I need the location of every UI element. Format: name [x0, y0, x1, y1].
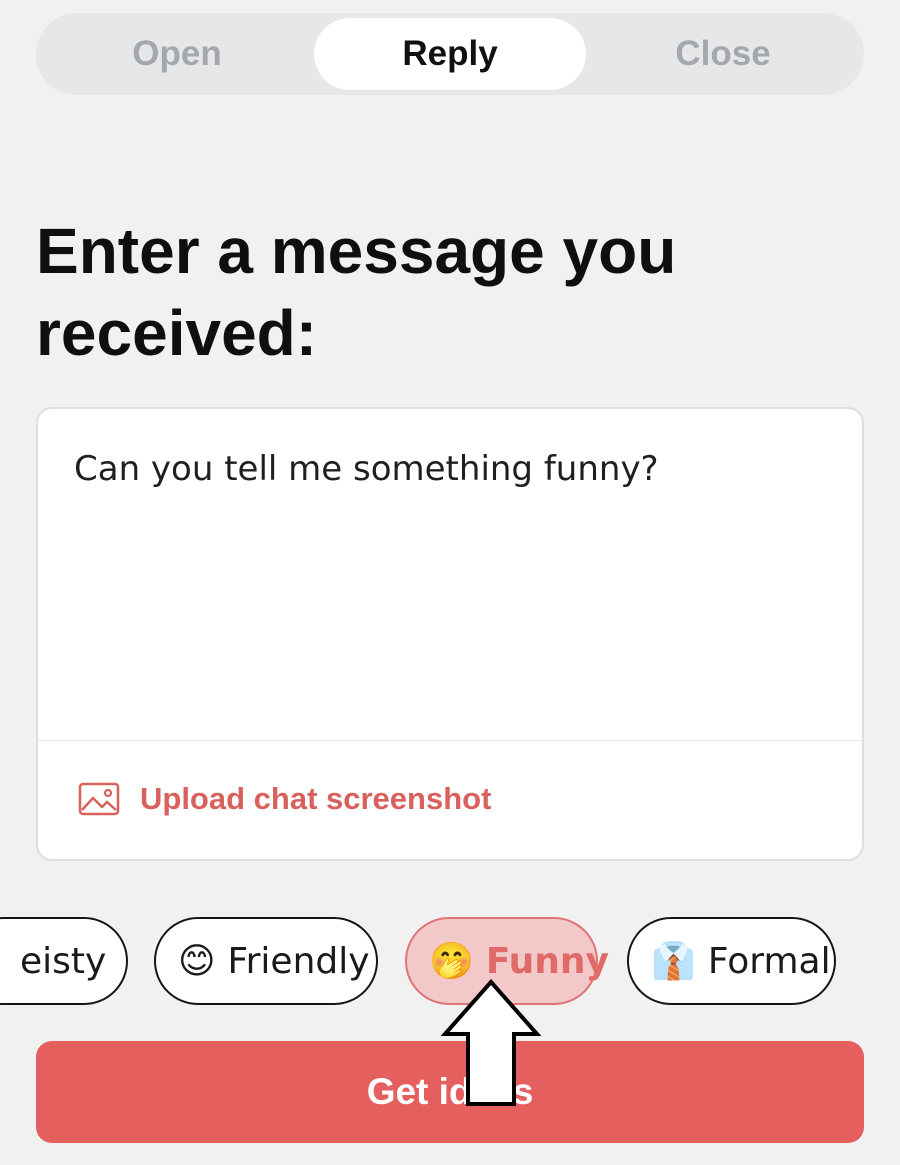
tone-chip-friendly[interactable]: 😊 Friendly	[154, 917, 378, 1005]
tab-reply[interactable]: Reply	[314, 18, 586, 90]
tone-chip-label: eisty	[20, 940, 107, 982]
tone-chip-label: Funny	[485, 940, 609, 982]
hand-over-mouth-icon: 🤭	[429, 941, 474, 982]
card-divider	[38, 740, 862, 741]
message-card: Can you tell me something funny? Upload …	[36, 407, 864, 861]
upload-label: Upload chat screenshot	[140, 781, 492, 816]
tone-chip-label: Friendly	[227, 940, 370, 982]
upload-screenshot-button[interactable]: Upload chat screenshot	[78, 781, 491, 817]
tab-open[interactable]: Open	[42, 18, 312, 90]
tone-chip-label: Formal	[707, 940, 831, 982]
necktie-icon: 👔	[651, 941, 696, 982]
image-icon	[78, 782, 120, 816]
message-input[interactable]: Can you tell me something funny?	[74, 447, 814, 727]
tone-chip-feisty[interactable]: eisty	[0, 917, 128, 1005]
tab-close[interactable]: Close	[588, 18, 858, 90]
tone-chip-formal[interactable]: 👔 Formal	[627, 917, 836, 1005]
pointer-arrow-icon	[441, 978, 541, 1106]
page-title: Enter a message you received:	[36, 215, 677, 369]
smiling-face-icon: 😊	[178, 940, 216, 982]
mode-tabs: Open Reply Close	[36, 13, 864, 95]
